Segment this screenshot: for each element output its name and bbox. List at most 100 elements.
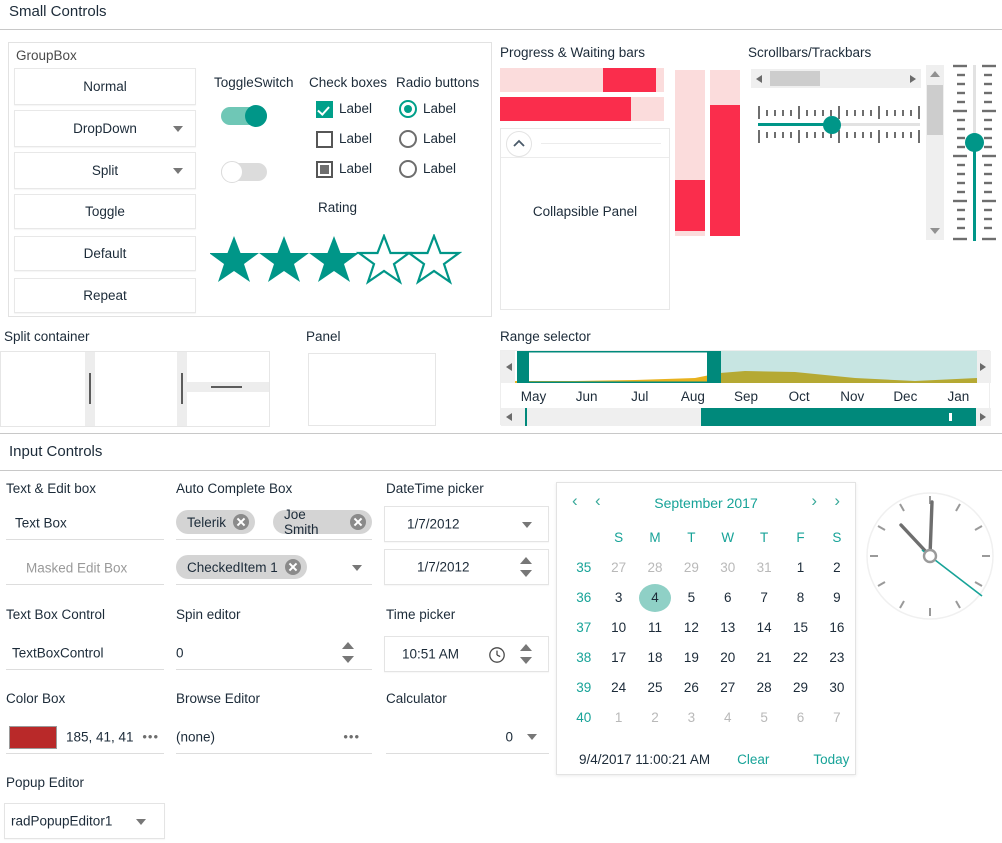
chevron-down-icon[interactable]	[527, 734, 537, 740]
spin-down-arrow-icon[interactable]	[520, 570, 532, 577]
button-default[interactable]: Default	[14, 236, 196, 271]
spin-up-arrow-icon[interactable]	[520, 644, 532, 651]
calendar-day[interactable]: 29	[673, 553, 709, 583]
range-scroll-left-arrow-icon[interactable]	[506, 413, 512, 421]
horizontal-scrollbar[interactable]	[751, 69, 921, 88]
calendar-day[interactable]: 29	[782, 673, 818, 703]
masked-edit-box-field[interactable]: Masked Edit Box	[6, 551, 164, 585]
checkbox-indeterminate[interactable]	[316, 161, 333, 178]
calendar-day[interactable]: 13	[710, 613, 746, 643]
spin-editor-field[interactable]: 0	[176, 636, 372, 670]
popup-editor-field[interactable]: radPopupEditor1	[4, 803, 165, 839]
calendar-day[interactable]: 11	[637, 613, 673, 643]
button-split[interactable]: Split	[14, 152, 196, 189]
calendar-nav-last[interactable]: ›	[834, 491, 840, 511]
calendar-day[interactable]: 2	[819, 553, 855, 583]
calendar-day[interactable]: 5	[673, 583, 709, 613]
range-selector-scroll-thumb[interactable]	[701, 408, 976, 426]
calendar-day[interactable]: 4	[710, 703, 746, 733]
calendar-day-selected[interactable]: 4	[637, 583, 673, 613]
text-box-field[interactable]: Text Box	[6, 506, 164, 540]
spin-up-arrow-icon[interactable]	[520, 557, 532, 564]
calendar-day[interactable]: 30	[710, 553, 746, 583]
chevron-down-icon[interactable]	[522, 522, 532, 528]
chevron-up-icon[interactable]	[506, 131, 532, 157]
scroll-left-arrow-icon[interactable]	[756, 75, 762, 83]
trackbar-knob[interactable]	[965, 133, 984, 152]
calendar-day[interactable]: 18	[637, 643, 673, 673]
vertical-scrollbar-thumb[interactable]	[927, 85, 943, 135]
calendar-day[interactable]: 26	[673, 673, 709, 703]
range-selector-chart[interactable]	[501, 351, 991, 383]
scroll-right-arrow-icon[interactable]	[910, 75, 916, 83]
trackbar-knob[interactable]	[823, 116, 841, 134]
calendar[interactable]: ‹ ‹ September 2017 › › S M T W T F S 35 …	[556, 482, 856, 775]
calendar-title[interactable]: September 2017	[557, 495, 855, 511]
calendar-day[interactable]: 3	[673, 703, 709, 733]
range-selector[interactable]: May Jun Jul Aug Sep Oct Nov Dec Jan	[500, 350, 991, 426]
calendar-day[interactable]: 27	[710, 673, 746, 703]
splitter-grip-2[interactable]	[181, 373, 183, 404]
calendar-day[interactable]: 1	[782, 553, 818, 583]
calendar-day[interactable]: 14	[746, 613, 782, 643]
range-right-arrow-icon[interactable]	[980, 363, 986, 371]
calendar-today-button[interactable]: Today	[813, 752, 849, 767]
toggle-switch-off[interactable]	[221, 161, 267, 183]
calendar-day[interactable]: 23	[819, 643, 855, 673]
toggle-switch-on[interactable]	[221, 105, 267, 127]
chevron-down-icon[interactable]	[352, 565, 362, 571]
calendar-day[interactable]: 28	[746, 673, 782, 703]
text-box-control-field[interactable]: TextBoxControl	[6, 636, 164, 670]
checkbox-unchecked[interactable]	[316, 131, 333, 148]
vertical-trackbar[interactable]	[952, 63, 996, 243]
token-remove-icon[interactable]	[350, 514, 366, 530]
calendar-day[interactable]: 7	[819, 703, 855, 733]
calendar-day[interactable]: 3	[600, 583, 636, 613]
calendar-clear-button[interactable]: Clear	[737, 752, 769, 767]
calendar-day[interactable]: 24	[600, 673, 636, 703]
calendar-day[interactable]: 7	[746, 583, 782, 613]
horizontal-scrollbar-thumb[interactable]	[770, 71, 820, 86]
autocomplete-field-row2[interactable]: CheckedItem 1	[176, 551, 372, 585]
calendar-day[interactable]: 1	[600, 703, 636, 733]
calendar-nav-next[interactable]: ›	[811, 491, 817, 511]
spin-down-arrow-icon[interactable]	[342, 656, 354, 663]
range-left-arrow-icon[interactable]	[506, 363, 512, 371]
calendar-day[interactable]: 6	[782, 703, 818, 733]
calendar-day[interactable]: 15	[782, 613, 818, 643]
range-selector-scrollbar[interactable]	[501, 408, 991, 426]
calendar-day[interactable]: 28	[637, 553, 673, 583]
radio-unselected-1[interactable]	[399, 130, 417, 148]
time-picker-field[interactable]: 10:51 AM	[384, 636, 549, 672]
spin-down-arrow-icon[interactable]	[520, 657, 532, 664]
clock-icon[interactable]	[488, 646, 506, 664]
horizontal-trackbar[interactable]	[755, 105, 920, 145]
token-remove-icon[interactable]	[284, 559, 301, 575]
splitter-grip-3[interactable]	[211, 386, 242, 388]
chevron-down-icon[interactable]	[136, 819, 146, 825]
rating-stars[interactable]	[210, 234, 462, 289]
color-swatch[interactable]	[9, 726, 57, 749]
browse-editor-browse-icon[interactable]: •••	[343, 729, 360, 744]
calendar-day[interactable]: 10	[600, 613, 636, 643]
calendar-day[interactable]: 16	[819, 613, 855, 643]
calculator-field[interactable]: 0	[386, 720, 549, 754]
checkbox-checked[interactable]	[316, 101, 333, 118]
calendar-day[interactable]: 17	[600, 643, 636, 673]
calendar-day[interactable]: 8	[782, 583, 818, 613]
range-scroll-right-arrow-icon[interactable]	[980, 413, 986, 421]
button-repeat[interactable]: Repeat	[14, 278, 196, 313]
radio-selected[interactable]	[399, 100, 417, 118]
calendar-day[interactable]: 20	[710, 643, 746, 673]
calendar-day[interactable]: 27	[600, 553, 636, 583]
splitter-grip-1[interactable]	[89, 373, 91, 404]
calendar-day[interactable]: 25	[637, 673, 673, 703]
button-toggle[interactable]: Toggle	[14, 194, 196, 229]
calendar-day[interactable]: 5	[746, 703, 782, 733]
autocomplete-field-row1[interactable]: Telerik Joe Smith	[176, 506, 372, 540]
vertical-scrollbar[interactable]	[926, 65, 944, 240]
calendar-day[interactable]: 21	[746, 643, 782, 673]
browse-editor-field[interactable]: (none) •••	[176, 720, 372, 754]
calendar-day[interactable]: 2	[637, 703, 673, 733]
collapsible-panel-header[interactable]	[501, 129, 669, 158]
